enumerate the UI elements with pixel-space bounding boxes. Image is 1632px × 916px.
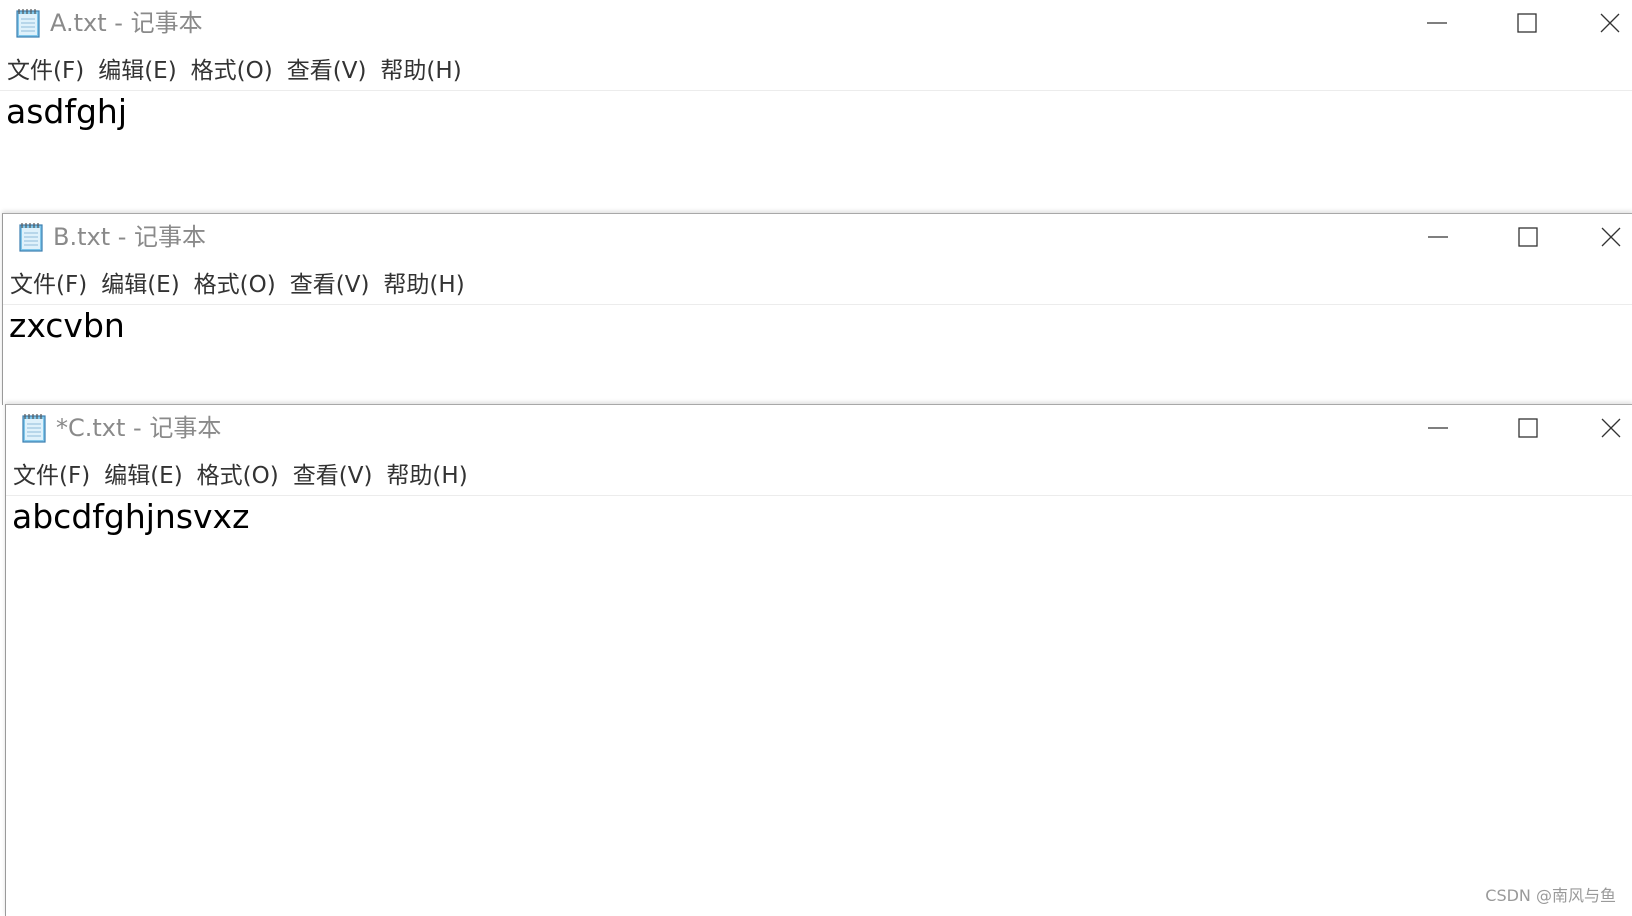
- maximize-icon: [1517, 13, 1537, 33]
- minimize-button[interactable]: [1408, 214, 1468, 260]
- watermark: CSDN @南风与鱼: [1485, 886, 1616, 905]
- menu-help[interactable]: 帮助(H): [383, 270, 464, 300]
- maximize-button[interactable]: [1498, 405, 1558, 451]
- notepad-window-a[interactable]: A.txt - 记事本 文件(F) 编辑(E) 格式(O) 查看(V) 帮助(H…: [0, 0, 1632, 214]
- menu-file[interactable]: 文件(F): [13, 461, 90, 491]
- menu-view[interactable]: 查看(V): [293, 461, 373, 491]
- title-bar[interactable]: B.txt - 记事本: [3, 214, 1632, 260]
- text-editor[interactable]: abcdfghjnsvxz: [12, 497, 249, 537]
- menu-edit[interactable]: 编辑(E): [98, 56, 176, 86]
- menu-bar: 文件(F) 编辑(E) 格式(O) 查看(V) 帮助(H): [0, 52, 1632, 91]
- text-editor[interactable]: zxcvbn: [9, 306, 125, 346]
- menu-format[interactable]: 格式(O): [191, 56, 273, 86]
- menu-edit[interactable]: 编辑(E): [101, 270, 179, 300]
- menu-view[interactable]: 查看(V): [290, 270, 370, 300]
- window-title: *C.txt - 记事本: [56, 414, 222, 442]
- menu-edit[interactable]: 编辑(E): [104, 461, 182, 491]
- close-icon: [1600, 13, 1620, 33]
- minimize-icon: [1427, 22, 1447, 24]
- notepad-icon: [22, 414, 46, 443]
- menu-bar: 文件(F) 编辑(E) 格式(O) 查看(V) 帮助(H): [6, 457, 1632, 496]
- window-title: A.txt - 记事本: [50, 9, 203, 37]
- menu-file[interactable]: 文件(F): [7, 56, 84, 86]
- minimize-icon: [1428, 427, 1448, 429]
- menu-help[interactable]: 帮助(H): [386, 461, 467, 491]
- close-button[interactable]: [1581, 214, 1632, 260]
- window-title: B.txt - 记事本: [53, 223, 207, 251]
- text-editor[interactable]: asdfghj: [6, 92, 127, 132]
- notepad-window-b[interactable]: B.txt - 记事本 文件(F) 编辑(E) 格式(O) 查看(V) 帮助(H…: [2, 213, 1632, 405]
- maximize-button[interactable]: [1498, 214, 1558, 260]
- menu-help[interactable]: 帮助(H): [380, 56, 461, 86]
- menu-view[interactable]: 查看(V): [287, 56, 367, 86]
- minimize-icon: [1428, 236, 1448, 238]
- notepad-icon: [16, 9, 40, 38]
- notepad-icon: [19, 223, 43, 252]
- minimize-button[interactable]: [1408, 405, 1468, 451]
- menu-format[interactable]: 格式(O): [197, 461, 279, 491]
- close-icon: [1601, 418, 1621, 438]
- desktop: A.txt - 记事本 文件(F) 编辑(E) 格式(O) 查看(V) 帮助(H…: [0, 0, 1632, 916]
- menu-file[interactable]: 文件(F): [10, 270, 87, 300]
- menu-format[interactable]: 格式(O): [194, 270, 276, 300]
- minimize-button[interactable]: [1407, 0, 1467, 46]
- maximize-icon: [1518, 418, 1538, 438]
- close-button[interactable]: [1581, 405, 1632, 451]
- maximize-button[interactable]: [1497, 0, 1557, 46]
- title-bar[interactable]: A.txt - 记事本: [0, 0, 1632, 46]
- close-button[interactable]: [1580, 0, 1632, 46]
- title-bar[interactable]: *C.txt - 记事本: [6, 405, 1632, 451]
- maximize-icon: [1518, 227, 1538, 247]
- close-icon: [1601, 227, 1621, 247]
- notepad-window-c[interactable]: *C.txt - 记事本 文件(F) 编辑(E) 格式(O) 查看(V) 帮助(…: [5, 404, 1632, 916]
- menu-bar: 文件(F) 编辑(E) 格式(O) 查看(V) 帮助(H): [3, 266, 1632, 305]
